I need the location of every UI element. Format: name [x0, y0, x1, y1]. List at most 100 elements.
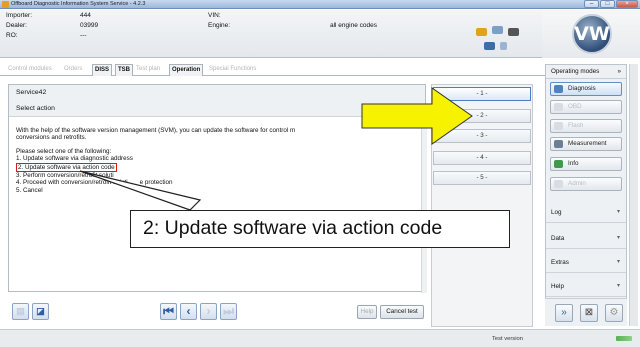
vw-logo: VW — [572, 14, 612, 54]
battery-icon — [484, 42, 495, 50]
tab-strip: Control modules Orders DISS TSB Test pla… — [0, 64, 548, 76]
obd-icon — [554, 103, 563, 111]
operation-panel: Service42 Select action With the help of… — [8, 84, 427, 293]
car-icon — [476, 28, 487, 36]
info-icon — [554, 160, 563, 168]
flash-label: Flash — [568, 122, 584, 129]
brand-pane: VW — [542, 10, 640, 58]
tab-tsb[interactable]: TSB — [115, 64, 133, 76]
tab-orders[interactable]: Orders — [62, 64, 84, 76]
option-5[interactable]: 5. Cancel — [16, 187, 420, 194]
print-icon[interactable]: ▤ — [12, 303, 29, 320]
engine-label: Engine: — [208, 22, 231, 29]
bottom-toolbar: ▤ ◪ ⏮ ‹ › ⏭ Help Cancel test — [8, 297, 426, 327]
dealer-label: Dealer: — [6, 22, 27, 29]
status-text: Test version — [492, 336, 523, 342]
data-label: Data — [551, 235, 565, 242]
title-bar: Offboard Diagnostic Information System S… — [0, 0, 640, 9]
panel-subtitle: Select action — [9, 100, 425, 117]
interface-icon — [492, 26, 503, 34]
expand-icon: ▾ — [616, 259, 620, 265]
admin-icon — [554, 180, 563, 188]
tab-diss[interactable]: DISS — [92, 64, 113, 76]
window-title: Offboard Diagnostic Information System S… — [11, 1, 146, 7]
diagnosis-label: Diagnosis — [568, 85, 596, 92]
operating-modes-label: Operating modes — [551, 68, 600, 75]
expand-icon: ▾ — [616, 209, 620, 215]
help-section[interactable]: Help ▾ — [546, 277, 626, 297]
measurement-icon — [554, 140, 563, 148]
panel-scrollbar[interactable] — [421, 118, 427, 293]
forward-icon[interactable]: » — [555, 304, 573, 322]
vin-label: VIN: — [208, 12, 221, 19]
right-scrollbar[interactable] — [629, 64, 638, 326]
measurement-label: Measurement — [568, 140, 607, 147]
log-section[interactable]: Log ▾ — [546, 203, 626, 223]
slot-3[interactable]: - 3 - — [433, 129, 531, 143]
flash-button[interactable]: Flash — [550, 119, 622, 133]
previous-button[interactable]: ‹ — [180, 303, 197, 320]
connection-status-icon — [616, 336, 632, 341]
screenshot-icon[interactable]: ⊠ — [580, 304, 598, 322]
window-controls: – □ × — [584, 0, 638, 9]
tab-test-plan[interactable]: Test plan — [134, 64, 162, 76]
cancel-test-button[interactable]: Cancel test — [380, 305, 424, 319]
tab-control-modules[interactable]: Control modules — [6, 64, 54, 76]
option-4[interactable]: 4. Proceed with conversion/retrofit solu… — [16, 179, 420, 186]
annotation-callout: 2: Update software via action code — [130, 210, 510, 248]
cable-icon — [508, 28, 519, 36]
option-4-tail: e protection — [139, 179, 173, 187]
ro-value: --- — [80, 32, 87, 39]
importer-label: Importer: — [6, 12, 33, 19]
extras-section[interactable]: Extras ▾ — [546, 253, 626, 273]
message-line-2: conversions and retrofits. — [16, 134, 87, 142]
ro-label: RO: — [6, 32, 18, 39]
message-line-1: With the help of the software version ma… — [16, 127, 296, 134]
settings-icon[interactable]: ⚙ — [605, 304, 623, 322]
flash-icon — [554, 122, 563, 130]
option-3[interactable]: 3. Perform conversion/retrofit soluti — [16, 172, 420, 179]
panel-title: Service42 — [9, 85, 425, 100]
right-toolbar: » ⊠ ⚙ — [545, 298, 627, 326]
prompt-text: Please select one of the following: — [16, 147, 112, 155]
next-button[interactable]: › — [200, 303, 217, 320]
action-slot-column: - 1 - - 2 - - 3 - - 4 - - 5 - — [431, 84, 533, 327]
vehicle-info-bar: Importer: 444 Dealer: 03999 RO: --- VIN:… — [0, 10, 542, 58]
tab-operation[interactable]: Operation — [169, 64, 204, 76]
close-button[interactable]: × — [616, 0, 638, 8]
slot-4[interactable]: - 4 - — [433, 151, 531, 165]
data-section[interactable]: Data ▾ — [546, 229, 626, 249]
preview-icon[interactable]: ◪ — [32, 303, 49, 320]
connection-icons — [470, 26, 530, 62]
option-1[interactable]: 1. Update software via diagnostic addres… — [16, 155, 420, 162]
first-page-button[interactable]: ⏮ — [160, 303, 177, 320]
dealer-value: 03999 — [80, 22, 99, 29]
info-label: Info — [568, 160, 579, 167]
admin-button[interactable]: Admin — [550, 177, 622, 191]
obd-button[interactable]: OBD — [550, 100, 622, 114]
operating-modes-header[interactable]: Operating modes » — [546, 65, 626, 79]
option-4-label: 4. Proceed with conversion/retrofit solu… — [16, 179, 128, 187]
extras-label: Extras — [551, 259, 569, 266]
app-icon — [2, 1, 9, 8]
measurement-button[interactable]: Measurement — [550, 137, 622, 151]
slot-5[interactable]: - 5 - — [433, 171, 531, 185]
collapse-icon: » — [617, 68, 621, 75]
message-text: With the help of the software version ma… — [16, 127, 420, 194]
slot-2[interactable]: - 2 - — [433, 109, 531, 123]
importer-value: 444 — [80, 12, 91, 19]
slot-1[interactable]: - 1 - — [433, 87, 531, 101]
status-bar: Test version — [0, 329, 640, 347]
diagnosis-button[interactable]: Diagnosis — [550, 82, 622, 96]
minimize-button[interactable]: – — [584, 0, 599, 8]
tab-special-functions[interactable]: Special Functions — [207, 64, 258, 76]
last-page-button[interactable]: ⏭ — [220, 303, 237, 320]
expand-icon: ▾ — [616, 235, 620, 241]
option-2-selected[interactable]: 2. Update software via action code — [16, 162, 117, 173]
operating-modes-panel: Operating modes » Diagnosis OBD Flash Me… — [545, 64, 627, 326]
info-button[interactable]: Info — [550, 157, 622, 171]
help-label: Help — [551, 283, 564, 290]
maximize-button[interactable]: □ — [600, 0, 615, 8]
help-button[interactable]: Help — [357, 305, 377, 319]
diagnosis-icon — [554, 85, 563, 93]
